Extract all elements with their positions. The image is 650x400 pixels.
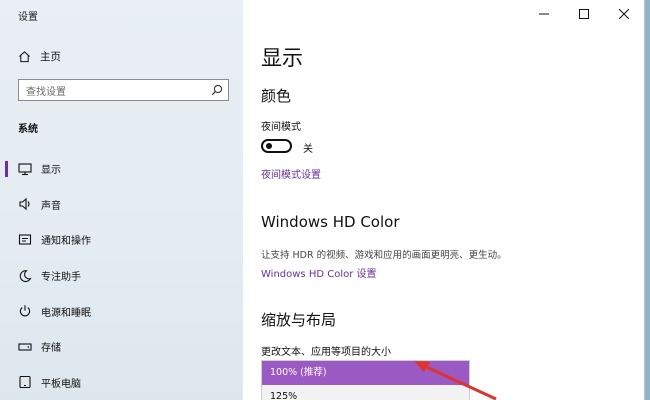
home-nav-item[interactable]: 主页 [18, 49, 61, 64]
hd-color-heading: Windows HD Color [261, 213, 400, 231]
power-icon [18, 304, 32, 318]
night-mode-label: 夜间模式 [261, 122, 301, 133]
window-controls [524, 0, 644, 28]
sidebar: 设置 主页 系统 显示 [0, 0, 243, 400]
section-label-system: 系统 [18, 124, 38, 135]
minimize-button[interactable] [524, 0, 564, 28]
sidebar-item-label: 存储 [41, 343, 61, 355]
sidebar-item-label: 专注助手 [41, 272, 81, 284]
sidebar-item-notifications[interactable]: 通知和操作 [0, 222, 243, 258]
night-mode-toggle[interactable] [261, 139, 292, 153]
maximize-icon [579, 9, 589, 19]
moon-icon [18, 269, 32, 283]
toggle-knob [266, 143, 272, 149]
scale-label: 更改文本、应用等项目的大小 [261, 347, 391, 358]
storage-icon [18, 340, 32, 354]
home-icon [19, 51, 30, 63]
tablet-icon [18, 375, 32, 389]
search-box[interactable] [18, 79, 229, 103]
home-label: 主页 [40, 51, 61, 63]
color-heading: 颜色 [261, 87, 292, 105]
monitor-icon [18, 162, 32, 176]
sidebar-item-label: 通知和操作 [41, 236, 91, 248]
maximize-button[interactable] [564, 0, 604, 28]
sidebar-item-storage[interactable]: 存储 [0, 329, 243, 365]
sidebar-item-sound[interactable]: 声音 [0, 187, 243, 223]
hd-color-settings-link[interactable]: Windows HD Color 设置 [261, 265, 377, 280]
night-mode-settings-link[interactable]: 夜间模式设置 [261, 166, 321, 181]
sidebar-item-label: 显示 [41, 165, 61, 177]
search-icon [211, 84, 223, 96]
page-title: 显示 [261, 46, 303, 70]
settings-window: 设置 主页 系统 显示 [0, 0, 644, 400]
sidebar-item-focus-assist[interactable]: 专注助手 [0, 258, 243, 294]
sidebar-item-display[interactable]: 显示 [0, 151, 243, 187]
scale-layout-heading: 缩放与布局 [261, 311, 337, 329]
sidebar-item-tablet[interactable]: 平板电脑 [0, 365, 243, 400]
minimize-icon [539, 13, 549, 15]
close-icon [619, 9, 629, 19]
window-title: 设置 [18, 12, 38, 23]
sidebar-item-label: 声音 [41, 200, 61, 212]
notification-icon [18, 233, 32, 247]
vertical-scrollbar[interactable] [640, 28, 644, 400]
hd-color-description: 让支持 HDR 的视频、游戏和应用的画面更明亮、更生动。 [261, 250, 507, 261]
annotation-arrow [414, 361, 497, 400]
sidebar-nav: 显示 声音 通知和操作 专注助手 电源和睡眠 存储 平板电脑 [0, 151, 243, 400]
sidebar-item-label: 电源和睡眠 [41, 307, 91, 319]
sidebar-item-label: 平板电脑 [41, 378, 81, 390]
speaker-icon [18, 197, 32, 211]
sidebar-item-power-sleep[interactable]: 电源和睡眠 [0, 293, 243, 329]
toggle-state-label: 关 [303, 144, 313, 155]
search-input[interactable] [19, 82, 211, 103]
close-button[interactable] [604, 0, 644, 28]
